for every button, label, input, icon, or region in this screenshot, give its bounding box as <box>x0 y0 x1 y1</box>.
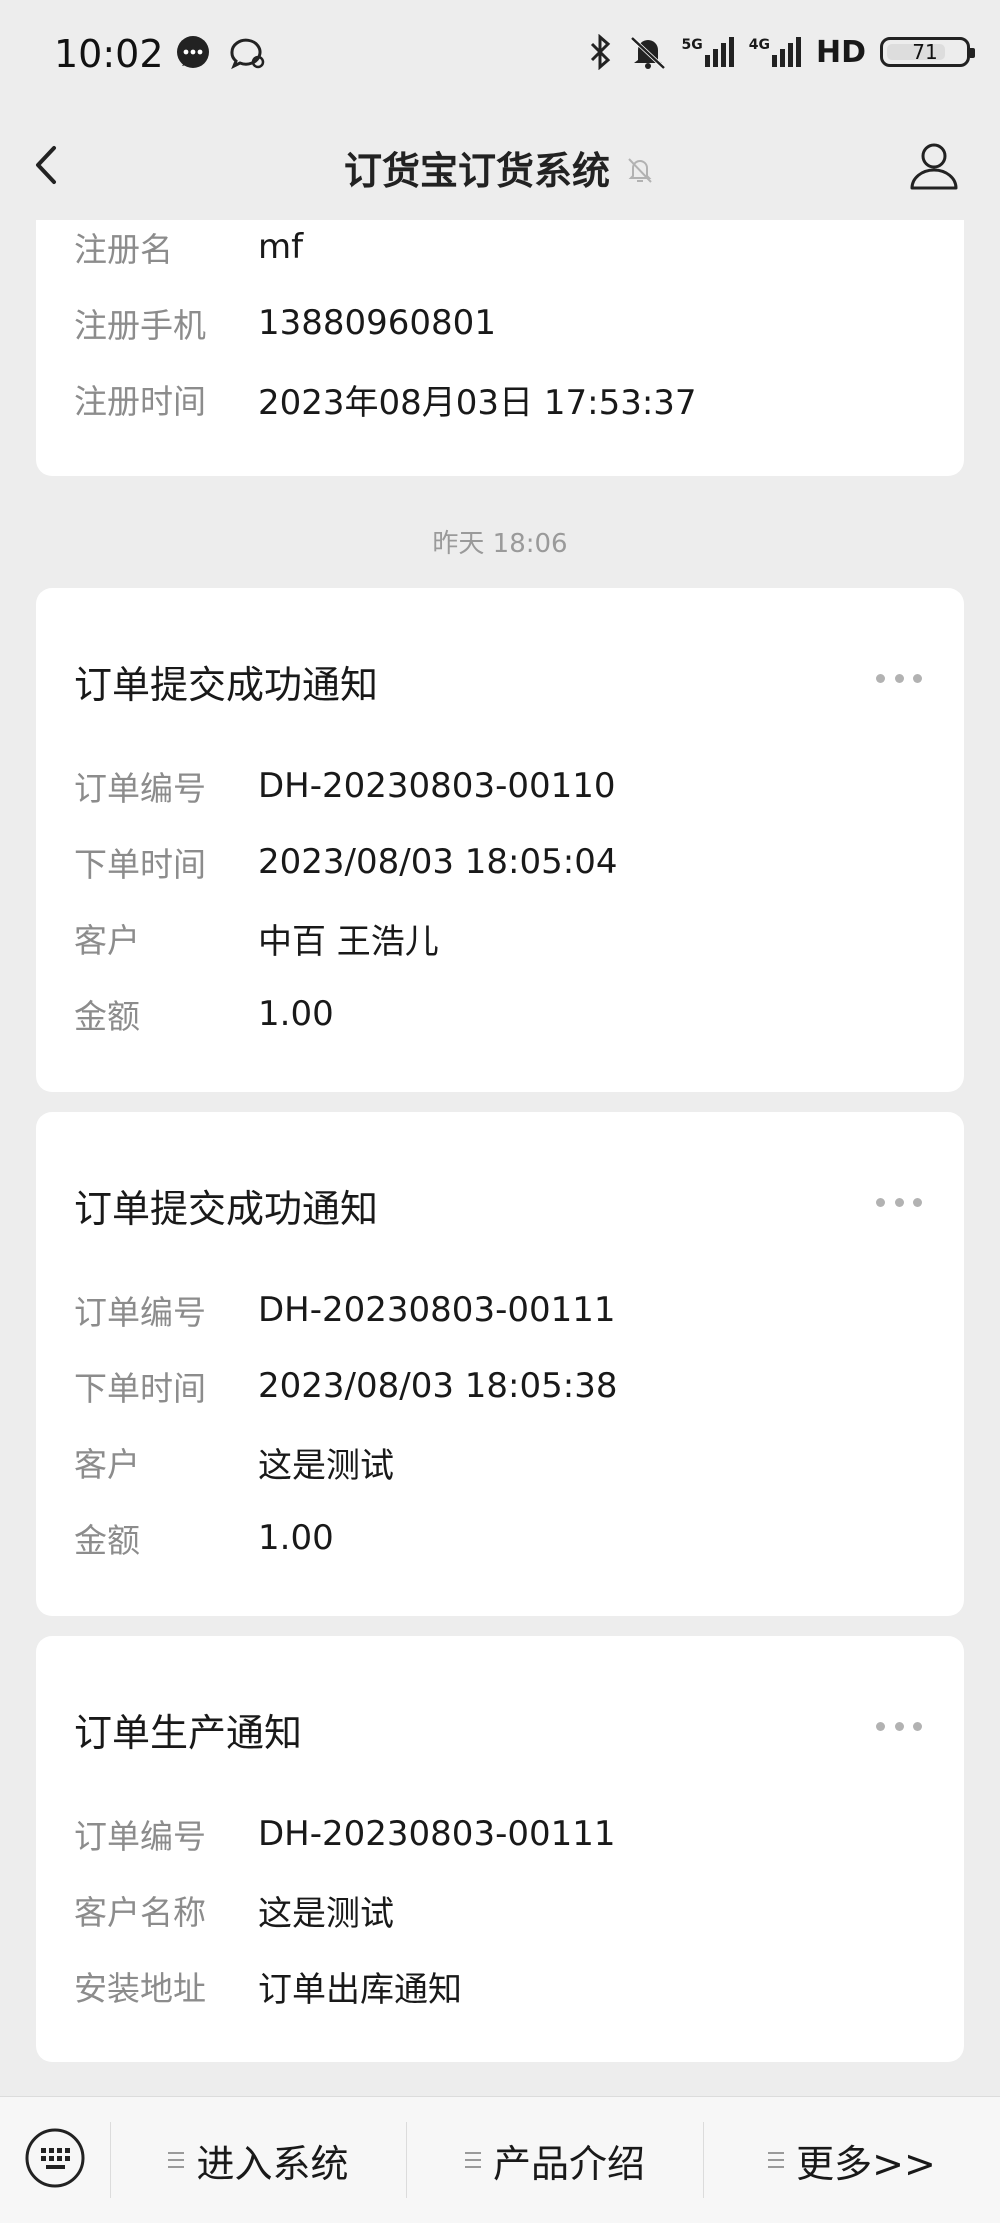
row-value: mf <box>258 227 304 267</box>
row-label: 注册名 <box>74 230 173 269</box>
hd-label: HD <box>815 34 866 70</box>
keyboard-icon[interactable] <box>24 2127 86 2189</box>
row-label: 安装地址 <box>74 1969 206 2008</box>
info-row: 注册手机 13880960801 <box>74 298 926 348</box>
card-title: 订单生产通知 <box>74 1711 303 1755</box>
message-timestamp: 昨天 18:06 <box>432 529 568 559</box>
row-label: 客户名称 <box>74 1893 206 1932</box>
mute-bell-icon <box>630 36 665 70</box>
row-label: 下单时间 <box>74 1369 206 1408</box>
info-row: 金额 1.00 <box>74 1513 926 1563</box>
row-label: 订单编号 <box>74 1293 206 1332</box>
info-row: 客户 中百 王浩儿 <box>74 913 926 963</box>
menu-list-icon <box>464 2152 481 2168</box>
mute-notification-icon <box>628 157 652 183</box>
signal-bars-icon <box>771 37 801 67</box>
order-submitted-card[interactable]: 订单提交成功通知 订单编号 DH-20230803-00110 下单时间 202… <box>36 588 964 1092</box>
chat-app-icon <box>230 38 265 70</box>
row-value: 2023年08月03日 17:53:37 <box>258 382 697 423</box>
info-row: 客户 这是测试 <box>74 1437 926 1487</box>
menu-item-label: 产品介绍 <box>492 2141 645 2186</box>
signal-bars-icon <box>704 37 734 67</box>
order-submitted-card[interactable]: 订单提交成功通知 订单编号 DH-20230803-00111 下单时间 202… <box>36 1112 964 1616</box>
battery-icon: 71 <box>880 37 975 67</box>
signal-5g-label: 5G <box>681 37 703 53</box>
info-row: 订单编号 DH-20230803-00111 <box>74 1809 926 1859</box>
status-bar: 10:02 5G 4G HD 71 <box>0 0 1000 110</box>
row-value: 这是测试 <box>258 1445 394 1486</box>
row-value: 这是测试 <box>258 1893 394 1934</box>
row-value: 1.00 <box>258 994 334 1034</box>
signal-5g: 5G <box>682 37 735 67</box>
row-value: DH-20230803-00110 <box>258 766 616 806</box>
info-row: 注册时间 2023年08月03日 17:53:37 <box>74 374 926 424</box>
row-label: 下单时间 <box>74 845 206 884</box>
row-label: 客户 <box>74 921 140 960</box>
bluetooth-icon <box>590 34 610 70</box>
more-options-icon[interactable] <box>876 1722 922 1732</box>
info-row: 金额 1.00 <box>74 989 926 1039</box>
battery-level: 71 <box>912 40 938 64</box>
row-label: 金额 <box>74 997 140 1036</box>
nav-bar: 订货宝订货系统 <box>0 110 1000 220</box>
row-label: 客户 <box>74 1445 140 1484</box>
status-time: 10:02 <box>54 32 164 76</box>
more-options-icon[interactable] <box>876 1198 922 1208</box>
row-label: 注册手机 <box>74 306 206 345</box>
bottom-menu-bar: 进入系统 产品介绍 更多>> <box>0 2096 1000 2223</box>
row-value: 13880960801 <box>258 303 496 343</box>
menu-item-label: 进入系统 <box>196 2141 349 2186</box>
card-title: 订单提交成功通知 <box>74 663 379 707</box>
menu-product-intro[interactable]: 产品介绍 <box>407 2097 703 2223</box>
row-label: 金额 <box>74 1521 140 1560</box>
menu-list-icon <box>168 2152 185 2168</box>
menu-enter-system[interactable]: 进入系统 <box>111 2097 406 2223</box>
row-label: 注册时间 <box>74 382 206 421</box>
info-row: 客户名称 这是测试 <box>74 1885 926 1935</box>
status-icons: 5G 4G HD 71 <box>586 30 975 74</box>
menu-list-icon <box>768 2152 785 2168</box>
info-row: 下单时间 2023/08/03 18:05:04 <box>74 837 926 887</box>
row-label: 订单编号 <box>74 1817 206 1856</box>
message-bubble-icon <box>177 36 209 68</box>
registration-card: 注册名 mf 注册手机 13880960801 注册时间 2023年08月03日… <box>36 220 964 476</box>
signal-4g-label: 4G <box>748 37 770 53</box>
row-value: 1.00 <box>258 1518 334 1558</box>
row-value: 2023/08/03 18:05:38 <box>258 1366 618 1406</box>
more-options-icon[interactable] <box>876 674 922 684</box>
info-row: 安装地址 订单出库通知 <box>74 1961 926 2011</box>
info-row: 订单编号 DH-20230803-00111 <box>74 1285 926 1335</box>
card-title: 订单提交成功通知 <box>74 1187 379 1231</box>
page-title: 订货宝订货系统 <box>343 149 610 193</box>
menu-item-label: 更多>> <box>796 2141 936 2186</box>
info-row: 下单时间 2023/08/03 18:05:38 <box>74 1361 926 1411</box>
signal-4g: 4G <box>749 37 802 67</box>
info-row: 订单编号 DH-20230803-00110 <box>74 761 926 811</box>
row-label: 订单编号 <box>74 769 206 808</box>
row-value: 2023/08/03 18:05:04 <box>258 842 618 882</box>
row-value: 订单出库通知 <box>258 1969 462 2010</box>
row-value: DH-20230803-00111 <box>258 1814 616 1854</box>
menu-more[interactable]: 更多>> <box>704 2097 1000 2223</box>
row-value: 中百 王浩儿 <box>258 921 439 962</box>
row-value: DH-20230803-00111 <box>258 1290 616 1330</box>
info-row: 注册名 mf <box>74 222 926 272</box>
user-profile-icon[interactable] <box>908 140 960 192</box>
order-production-card[interactable]: 订单生产通知 订单编号 DH-20230803-00111 客户名称 这是测试 … <box>36 1636 964 2062</box>
